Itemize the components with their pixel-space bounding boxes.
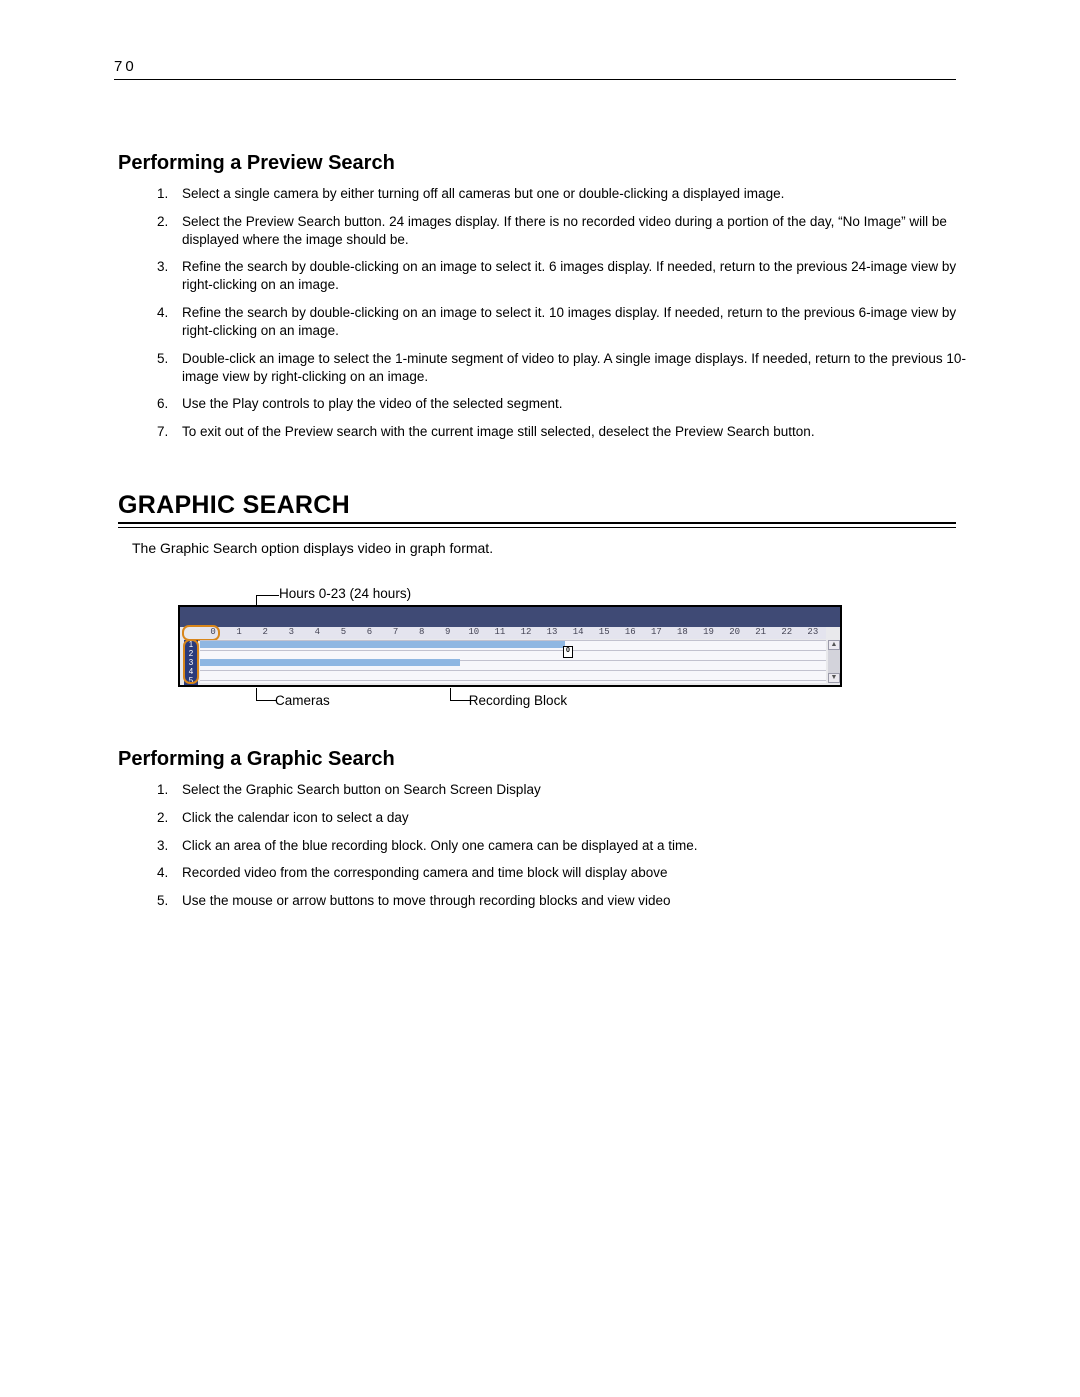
list-item: Double-click an image to select the 1-mi…: [172, 350, 974, 386]
heading-graphic-search: GRAPHIC SEARCH: [118, 491, 980, 520]
recording-block: [200, 659, 460, 666]
graphic-panel: 0 1 2 3 4 5 6 7 8 9 10 11 12 13 14 15 16…: [178, 605, 842, 687]
hour-tick: 6: [356, 627, 382, 639]
hour-tick: 4: [304, 627, 330, 639]
hour-tick: 21: [748, 627, 774, 639]
hour-tick: 2: [252, 627, 278, 639]
preview-steps-list: Select a single camera by either turning…: [118, 185, 980, 441]
list-item: Refine the search by double-clicking on …: [172, 304, 974, 340]
scrollbar: ▲ ▼: [828, 640, 840, 683]
graphic-intro: The Graphic Search option displays video…: [132, 540, 980, 556]
list-item: Select the Graphic Search button on Sear…: [172, 781, 974, 799]
cameras-callout-icon: [183, 639, 199, 684]
hour-tick: 7: [383, 627, 409, 639]
list-item: Recorded video from the corresponding ca…: [172, 864, 974, 882]
hour-tick: 5: [330, 627, 356, 639]
list-item: Select the Preview Search button. 24 ima…: [172, 213, 974, 249]
hour-tick: 20: [722, 627, 748, 639]
heading-performing-graphic-search: Performing a Graphic Search: [118, 748, 980, 771]
page-number: 70: [114, 58, 980, 75]
recording-marker: 0: [563, 646, 573, 658]
recording-block: [200, 641, 565, 648]
list-item: Use the Play controls to play the video …: [172, 395, 974, 413]
annotations-bottom: Cameras Recording Block: [178, 693, 848, 708]
hour-tick: 1: [226, 627, 252, 639]
annotation-tick-icon: [256, 688, 277, 701]
scroll-up-icon: ▲: [828, 640, 840, 650]
hour-tick: 23: [800, 627, 826, 639]
graphic-diagram: Hours 0-23 (24 hours) 0 1 2 3 4 5 6 7 8 …: [178, 586, 848, 708]
document-page: 70 Performing a Preview Search Select a …: [0, 0, 1080, 1397]
annotation-recording-block: Recording Block: [450, 693, 567, 708]
hour-tick: 10: [461, 627, 487, 639]
list-item: Refine the search by double-clicking on …: [172, 258, 974, 294]
hour-tick: 11: [487, 627, 513, 639]
header-rule: [114, 79, 956, 80]
list-item: To exit out of the Preview search with t…: [172, 423, 974, 441]
annotation-cameras: Cameras: [256, 693, 330, 708]
list-item: Select a single camera by either turning…: [172, 185, 974, 203]
hour-tick: 16: [617, 627, 643, 639]
list-item: Click the calendar icon to select a day: [172, 809, 974, 827]
hours-row: 0 1 2 3 4 5 6 7 8 9 10 11 12 13 14 15 16…: [200, 627, 826, 639]
annotation-hours: Hours 0-23 (24 hours): [258, 586, 848, 601]
hour-tick: 3: [278, 627, 304, 639]
hour-tick: 14: [565, 627, 591, 639]
list-item: Click an area of the blue recording bloc…: [172, 837, 974, 855]
hour-tick: 8: [409, 627, 435, 639]
annotation-tick-icon: [450, 688, 471, 701]
hour-tick: 15: [591, 627, 617, 639]
hour-tick: 17: [643, 627, 669, 639]
hour-tick: 22: [774, 627, 800, 639]
section-rule: [118, 522, 956, 528]
hour-tick: 18: [669, 627, 695, 639]
annotation-recording-label: Recording Block: [469, 693, 567, 708]
heading-preview-search: Performing a Preview Search: [118, 152, 980, 175]
annotation-cameras-label: Cameras: [275, 693, 330, 708]
list-item: Use the mouse or arrow buttons to move t…: [172, 892, 974, 910]
hour-tick: 12: [513, 627, 539, 639]
graphic-steps-list: Select the Graphic Search button on Sear…: [118, 781, 980, 910]
scroll-down-icon: ▼: [828, 673, 840, 683]
hour-tick: 19: [695, 627, 721, 639]
hour-tick: 9: [435, 627, 461, 639]
annotation-hours-label: Hours 0-23 (24 hours): [279, 586, 411, 601]
hour-tick: 13: [539, 627, 565, 639]
